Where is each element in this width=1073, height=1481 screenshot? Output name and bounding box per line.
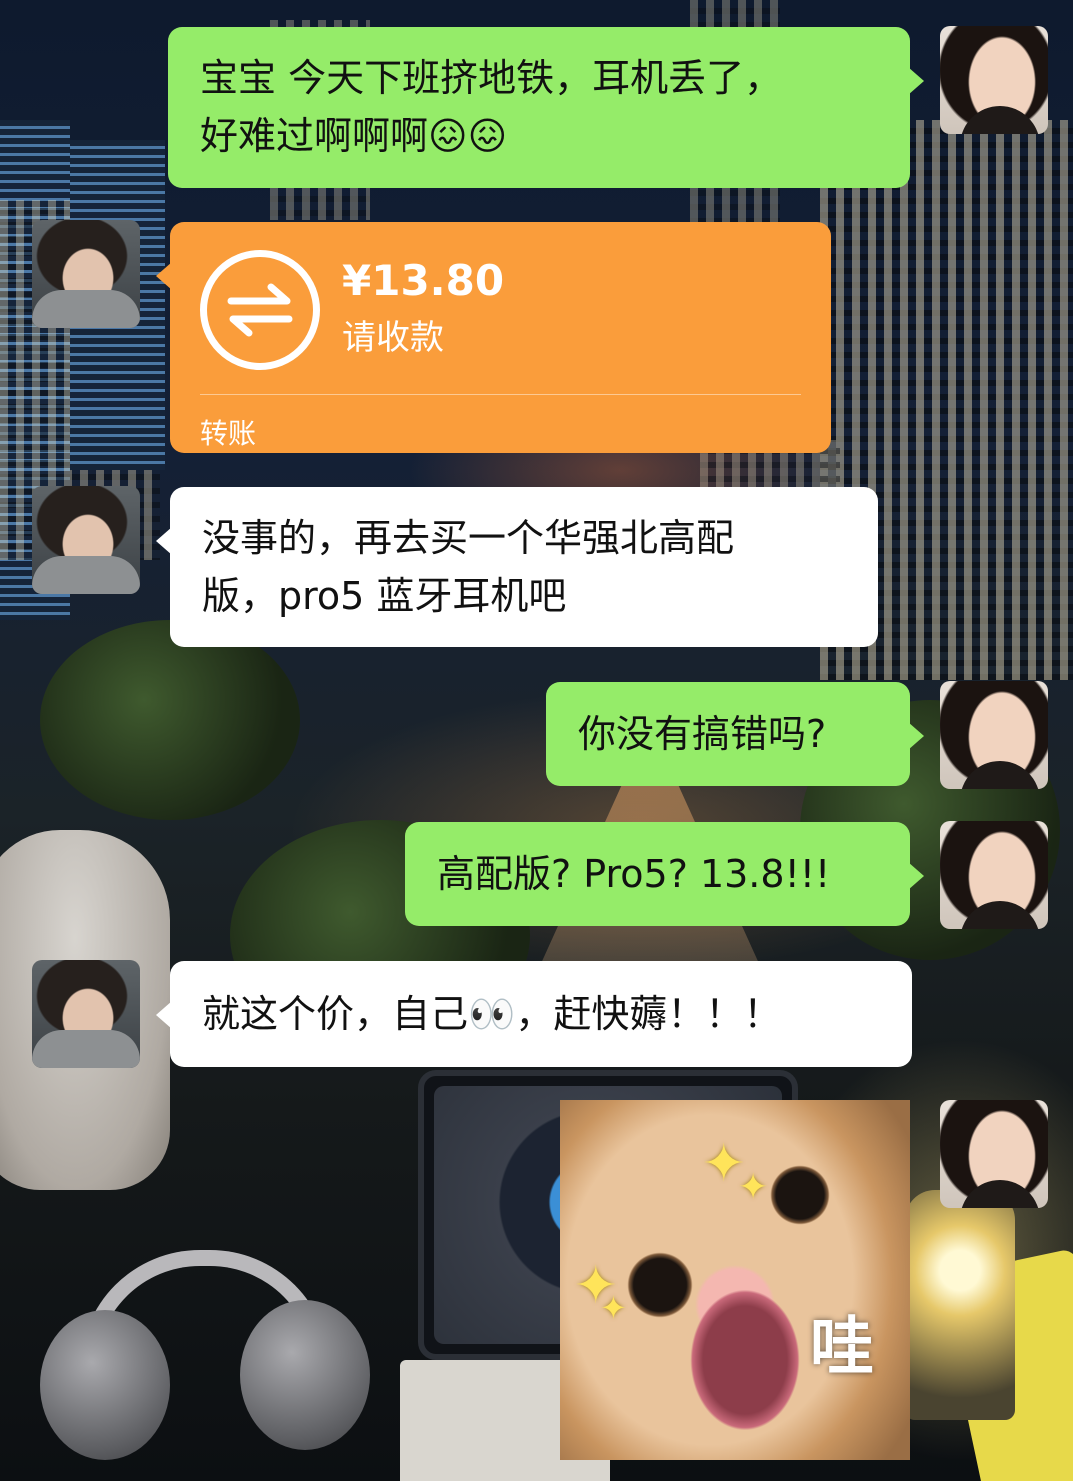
message-text: 宝宝 今天下班挤地铁，耳机丢了， 好难过啊啊啊😖😖 (200, 56, 783, 158)
message-bubble-received[interactable]: 没事的，再去买一个华强北高配 版，pro5 蓝牙耳机吧 (156, 487, 878, 647)
message-bubble-received[interactable]: 就这个价，自己👀，赶快薅！！！ (156, 961, 912, 1067)
transfer-status: 请收款 (342, 318, 444, 358)
contact-avatar[interactable] (32, 220, 140, 328)
message-bubble-sent[interactable]: 你没有搞错吗? (546, 682, 924, 786)
transfer-arrows-icon (200, 250, 320, 370)
shocked-cat-sticker[interactable]: ✦ ✦ ✦ ✦ 哇 (560, 1100, 910, 1460)
self-avatar[interactable] (940, 1100, 1048, 1208)
message-text: 你没有搞错吗? (578, 712, 827, 756)
contact-avatar[interactable] (32, 486, 140, 594)
background-lantern (905, 1190, 1015, 1420)
transfer-divider (200, 394, 801, 395)
message-text: 就这个价，自己👀，赶快薅！！！ (202, 992, 782, 1036)
self-avatar[interactable] (940, 26, 1048, 134)
message-bubble-sent[interactable]: 高配版? Pro5? 13.8!!! (405, 822, 924, 926)
self-avatar[interactable] (940, 681, 1048, 789)
transfer-amount: ¥13.80 (342, 256, 505, 305)
message-bubble-sent[interactable]: 宝宝 今天下班挤地铁，耳机丢了， 好难过啊啊啊😖😖 (168, 27, 924, 188)
sparkle-icon: ✦ (600, 1289, 627, 1327)
message-text: 高配版? Pro5? 13.8!!! (437, 852, 831, 896)
self-avatar[interactable] (940, 821, 1048, 929)
transfer-card[interactable]: ¥13.80 请收款 转账 (156, 222, 831, 453)
sticker-caption: 哇 (810, 1311, 874, 1385)
contact-avatar[interactable] (32, 960, 140, 1068)
sparkle-icon: ✦ (738, 1167, 769, 1208)
transfer-label: 转账 (200, 417, 257, 450)
background-headphones (40, 1250, 370, 1480)
background-tree (40, 620, 300, 820)
message-text: 没事的，再去买一个华强北高配 版，pro5 蓝牙耳机吧 (202, 516, 735, 618)
